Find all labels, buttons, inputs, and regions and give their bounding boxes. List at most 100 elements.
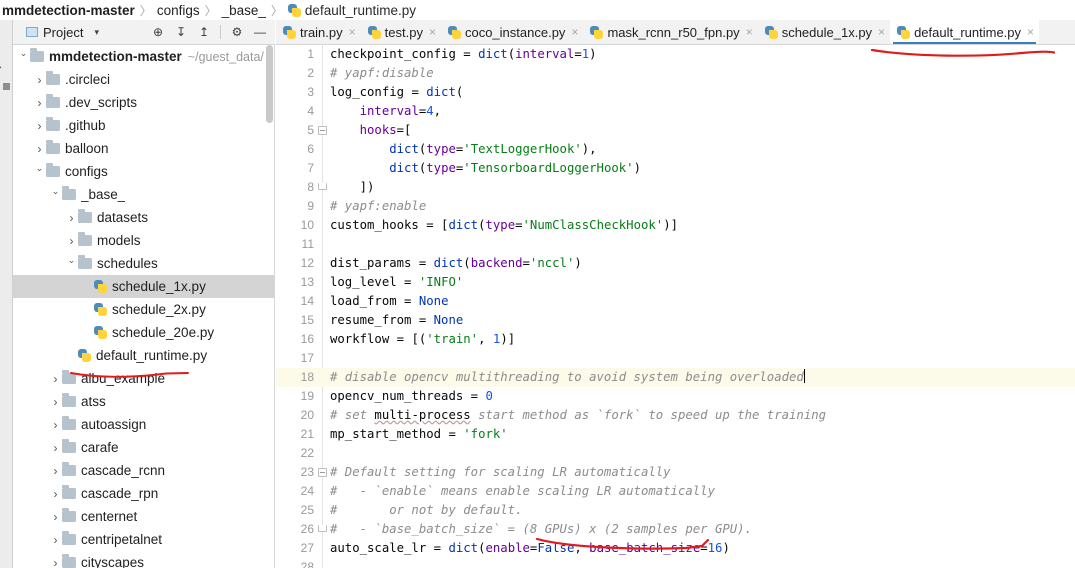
code-line[interactable]: 23 # Default setting for scaling LR autom… xyxy=(276,463,1075,482)
project-title[interactable]: Project ▾ xyxy=(26,25,99,40)
code-line[interactable]: 18 # disable opencv multithreading to avo… xyxy=(276,368,1075,387)
code-line[interactable]: 25 # or not by default. xyxy=(276,501,1075,520)
fold-end-icon[interactable] xyxy=(318,525,327,532)
chevron-down-icon[interactable] xyxy=(33,167,46,176)
tree-row[interactable]: cityscapes xyxy=(13,551,274,568)
collapse-all-icon[interactable]: ↥ xyxy=(197,25,211,39)
chevron-right-icon[interactable] xyxy=(33,97,46,109)
code-line[interactable]: 1 checkpoint_config = dict(interval=1) xyxy=(276,45,1075,64)
settings-gear-icon[interactable]: ⚙ xyxy=(230,25,244,39)
close-icon[interactable]: × xyxy=(746,25,753,39)
editor-tab[interactable]: coco_instance.py × xyxy=(441,20,583,44)
chevron-right-icon[interactable] xyxy=(33,120,46,132)
tree-row[interactable]: cascade_rcnn xyxy=(13,459,274,482)
tree-row[interactable]: centripetalnet xyxy=(13,528,274,551)
expand-all-icon[interactable]: ↧ xyxy=(174,25,188,39)
code-line[interactable]: 10 custom_hooks = [dict(type='NumClassChe… xyxy=(276,216,1075,235)
chevron-right-icon[interactable] xyxy=(49,557,62,568)
editor-tab[interactable]: schedule_1x.py × xyxy=(758,20,890,44)
chevron-down-icon[interactable] xyxy=(65,259,78,268)
chevron-right-icon[interactable] xyxy=(49,442,62,454)
tree-row[interactable]: configs xyxy=(13,160,274,183)
chevron-right-icon[interactable] xyxy=(49,488,62,500)
code-editor[interactable]: 1 checkpoint_config = dict(interval=1) 2 # … xyxy=(276,45,1075,568)
close-icon[interactable]: × xyxy=(878,25,885,39)
tree-row[interactable]: .github xyxy=(13,114,274,137)
code-line[interactable]: 24 # - `enable` means enable scaling LR a… xyxy=(276,482,1075,501)
code-line[interactable]: 28 xyxy=(276,558,1075,568)
code-line[interactable]: 26 # - `base_batch_size` = (8 GPUs) x (2 … xyxy=(276,520,1075,539)
code-line[interactable]: 6 dict(type='TextLoggerHook'), xyxy=(276,140,1075,159)
code-line[interactable]: 8 ]) xyxy=(276,178,1075,197)
stripe-button-project[interactable]: Project xyxy=(0,25,2,85)
breadcrumb-item-file[interactable]: default_runtime.py xyxy=(287,3,416,18)
chevron-down-icon[interactable] xyxy=(17,52,30,61)
chevron-right-icon[interactable] xyxy=(49,396,62,408)
tree-row[interactable]: datasets xyxy=(13,206,274,229)
chevron-right-icon[interactable] xyxy=(65,235,78,247)
editor-code-area[interactable]: 1 checkpoint_config = dict(interval=1) 2 # … xyxy=(276,45,1075,568)
code-line[interactable]: 19 opencv_num_threads = 0 xyxy=(276,387,1075,406)
code-line[interactable]: 5 hooks=[ xyxy=(276,121,1075,140)
tree-row[interactable]: centernet xyxy=(13,505,274,528)
editor-tab[interactable]: default_runtime.py × xyxy=(890,20,1040,44)
tree-row[interactable]: .circleci xyxy=(13,68,274,91)
chevron-right-icon[interactable] xyxy=(49,373,62,385)
tree-row[interactable]: albu_example xyxy=(13,367,274,390)
breadcrumb-item-configs[interactable]: configs xyxy=(157,3,200,18)
code-line[interactable]: 13 log_level = 'INFO' xyxy=(276,273,1075,292)
editor-tab[interactable]: train.py × xyxy=(276,20,361,44)
fold-end-icon[interactable] xyxy=(318,183,327,190)
locate-icon[interactable]: ⊕ xyxy=(151,25,165,39)
code-line[interactable]: 15 resume_from = None xyxy=(276,311,1075,330)
breadcrumb-item-base[interactable]: _base_ xyxy=(222,3,266,18)
code-line[interactable]: 11 xyxy=(276,235,1075,254)
code-line[interactable]: 21 mp_start_method = 'fork' xyxy=(276,425,1075,444)
stripe-structure-icon[interactable] xyxy=(3,83,10,90)
tree-row[interactable]: balloon xyxy=(13,137,274,160)
close-icon[interactable]: × xyxy=(571,25,578,39)
chevron-down-icon[interactable]: ▾ xyxy=(94,27,99,38)
chevron-right-icon[interactable] xyxy=(49,534,62,546)
breadcrumb-item-project[interactable]: mmdetection-master xyxy=(2,3,135,18)
tree-row[interactable]: cascade_rpn xyxy=(13,482,274,505)
code-line[interactable]: 2 # yapf:disable xyxy=(276,64,1075,83)
close-icon[interactable]: × xyxy=(429,25,436,39)
fold-collapse-icon[interactable] xyxy=(318,468,327,477)
chevron-down-icon[interactable] xyxy=(49,190,62,199)
tree-row[interactable]: models xyxy=(13,229,274,252)
code-line[interactable]: 12 dist_params = dict(backend='nccl') xyxy=(276,254,1075,273)
tree-row[interactable]: carafe xyxy=(13,436,274,459)
code-line[interactable]: 16 workflow = [('train', 1)] xyxy=(276,330,1075,349)
code-line[interactable]: 14 load_from = None xyxy=(276,292,1075,311)
tree-row[interactable]: schedule_2x.py xyxy=(13,298,274,321)
chevron-right-icon[interactable] xyxy=(65,212,78,224)
hide-icon[interactable]: — xyxy=(253,25,267,39)
code-line[interactable]: 7 dict(type='TensorboardLoggerHook') xyxy=(276,159,1075,178)
tree-row[interactable]: schedules xyxy=(13,252,274,275)
code-line[interactable]: 20 # set multi-process start method as `f… xyxy=(276,406,1075,425)
close-icon[interactable]: × xyxy=(349,25,356,39)
chevron-right-icon[interactable] xyxy=(49,511,62,523)
project-tree[interactable]: mmdetection-master ~/guest_data/ .circleci… xyxy=(13,45,275,568)
tree-row[interactable]: schedule_20e.py xyxy=(13,321,274,344)
code-line[interactable]: 4 interval=4, xyxy=(276,102,1075,121)
tree-row[interactable]: mmdetection-master ~/guest_data/ xyxy=(13,45,274,68)
chevron-right-icon[interactable] xyxy=(49,419,62,431)
code-line[interactable]: 22 xyxy=(276,444,1075,463)
chevron-right-icon[interactable] xyxy=(33,143,46,155)
tree-row[interactable]: _base_ xyxy=(13,183,274,206)
fold-collapse-icon[interactable] xyxy=(318,126,327,135)
tree-row[interactable]: atss xyxy=(13,390,274,413)
close-icon[interactable]: × xyxy=(1027,25,1034,39)
chevron-right-icon[interactable] xyxy=(33,74,46,86)
code-line[interactable]: 27 auto_scale_lr = dict(enable=False, bas… xyxy=(276,539,1075,558)
project-tree-scrollbar[interactable] xyxy=(266,45,273,123)
code-line[interactable]: 9 # yapf:enable xyxy=(276,197,1075,216)
tree-row[interactable]: autoassign xyxy=(13,413,274,436)
editor-tab[interactable]: mask_rcnn_r50_fpn.py × xyxy=(583,20,757,44)
tree-row[interactable]: default_runtime.py xyxy=(13,344,274,367)
tree-row[interactable]: .dev_scripts xyxy=(13,91,274,114)
code-line[interactable]: 17 xyxy=(276,349,1075,368)
editor-tab[interactable]: test.py × xyxy=(361,20,441,44)
